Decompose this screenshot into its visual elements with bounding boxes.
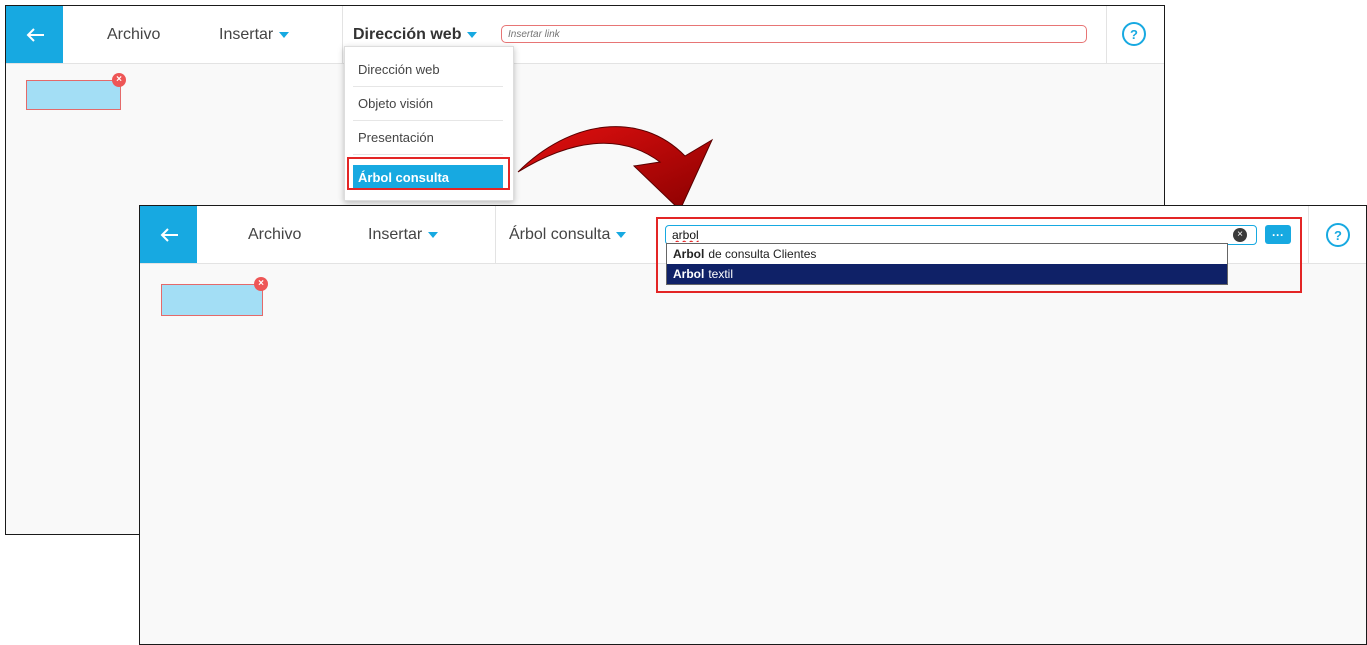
arrow-left-icon bbox=[26, 27, 44, 42]
menu-archivo[interactable]: Archivo bbox=[107, 6, 160, 63]
arrow-left-icon bbox=[160, 227, 178, 242]
menu-direccion-web-label: Dirección web bbox=[353, 25, 462, 43]
help-icon[interactable]: ? bbox=[1122, 22, 1146, 46]
help-icon[interactable]: ? bbox=[1326, 223, 1350, 247]
menu-archivo[interactable]: Archivo bbox=[248, 206, 301, 263]
highlight-frame bbox=[656, 217, 1302, 293]
highlight-frame bbox=[347, 157, 510, 190]
menu-arbol-consulta[interactable]: Árbol consulta bbox=[509, 206, 627, 263]
menu-arbol-consulta-label: Árbol consulta bbox=[509, 225, 611, 243]
divider bbox=[1106, 6, 1107, 63]
divider bbox=[342, 6, 343, 63]
dropdown-item-presentacion[interactable]: Presentación bbox=[353, 121, 503, 155]
divider bbox=[1308, 206, 1309, 263]
chevron-down-icon bbox=[616, 231, 627, 238]
toolbar: Archivo Insertar Dirección web ? bbox=[6, 6, 1164, 64]
chevron-down-icon bbox=[279, 31, 290, 38]
back-button[interactable] bbox=[140, 206, 197, 263]
inserted-element[interactable] bbox=[26, 80, 121, 110]
chevron-down-icon bbox=[428, 231, 439, 238]
menu-insertar[interactable]: Insertar bbox=[368, 206, 439, 263]
close-icon[interactable]: × bbox=[254, 277, 268, 291]
close-icon[interactable]: × bbox=[112, 73, 126, 87]
link-input[interactable] bbox=[501, 25, 1087, 43]
inserted-element[interactable] bbox=[161, 284, 263, 316]
back-button[interactable] bbox=[6, 6, 63, 63]
after-editor-window: Archivo Insertar Árbol consulta × ··· ? … bbox=[139, 205, 1367, 645]
dropdown-item-direccion-web[interactable]: Dirección web bbox=[353, 53, 503, 87]
chevron-down-icon bbox=[467, 31, 478, 38]
menu-insertar-label: Insertar bbox=[368, 225, 423, 243]
transition-arrow-icon bbox=[517, 126, 714, 211]
menu-insertar[interactable]: Insertar bbox=[219, 6, 290, 63]
menu-insertar-label: Insertar bbox=[219, 25, 274, 43]
dropdown-item-objeto-vision[interactable]: Objeto visión bbox=[353, 87, 503, 121]
divider bbox=[495, 206, 496, 263]
